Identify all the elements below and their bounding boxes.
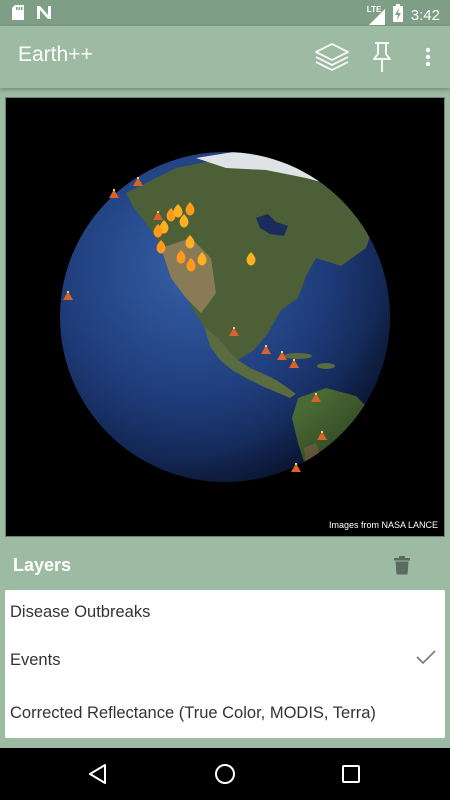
globe-canvas[interactable] [6, 98, 444, 536]
clock: 3:42 [410, 7, 440, 24]
system-nav-bar [0, 748, 450, 800]
layers-icon [315, 43, 349, 71]
layers-title: Layers [13, 555, 72, 575]
app-screen: LTE 3:42 Earth++ Images from NASA LANCE … [0, 0, 450, 800]
layers-list: Disease Outbreaks Events Corrected Refle… [5, 590, 445, 738]
trash-icon [394, 555, 410, 574]
sd-card-icon [12, 5, 24, 25]
back-triangle-icon [89, 764, 106, 784]
imagery-credit: Images from NASA LANCE [328, 520, 438, 530]
home-button[interactable] [211, 760, 239, 788]
recents-square-icon [342, 765, 360, 783]
home-circle-icon [215, 764, 235, 784]
layers-button[interactable] [310, 35, 354, 79]
recents-button[interactable] [337, 760, 365, 788]
pin-icon [373, 42, 391, 72]
signal-icon: LTE [366, 4, 385, 25]
notification-n-icon [36, 5, 52, 25]
more-vert-icon [425, 47, 431, 67]
layer-item-label: Events [10, 651, 61, 669]
pin-button[interactable] [360, 35, 404, 79]
check-icon [415, 649, 437, 670]
layer-item-label: Corrected Reflectance (True Color, MODIS… [10, 704, 376, 722]
status-right: LTE 3:42 [367, 4, 440, 27]
app-actions [304, 26, 450, 88]
app-bar: Earth++ [0, 26, 450, 88]
layer-item-events[interactable]: Events [5, 634, 445, 687]
delete-layer-button[interactable] [390, 553, 414, 577]
globe-view[interactable]: Images from NASA LANCE [5, 97, 445, 537]
overflow-menu-button[interactable] [410, 35, 446, 79]
layer-item-disease-outbreaks[interactable]: Disease Outbreaks [5, 590, 445, 634]
network-label: LTE [366, 4, 382, 14]
status-bar: LTE 3:42 [0, 0, 450, 26]
layers-header: Layers [0, 540, 450, 590]
app-title: Earth++ [18, 43, 93, 66]
battery-charging-icon [392, 4, 403, 27]
layer-item-label: Disease Outbreaks [10, 602, 151, 621]
back-button[interactable] [84, 760, 112, 788]
status-left [12, 5, 52, 25]
layer-item-corrected-reflectance[interactable]: Corrected Reflectance (True Color, MODIS… [5, 687, 445, 740]
